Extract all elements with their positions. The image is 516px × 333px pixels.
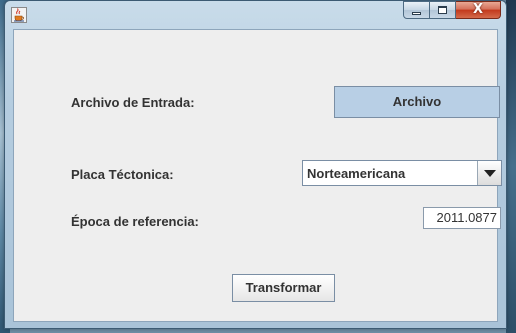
caption-buttons: X (403, 1, 501, 21)
maximize-button[interactable] (430, 1, 456, 19)
plate-selected-value: Norteamericana (307, 166, 406, 181)
plate-label: Placa Téctonica: (71, 167, 174, 182)
close-icon: X (472, 2, 484, 17)
epoch-input[interactable]: 2011.0877 (423, 207, 501, 229)
input-file-label: Archivo de Entrada: (71, 95, 195, 110)
transform-button[interactable]: Transformar (232, 274, 335, 302)
close-button[interactable]: X (456, 1, 501, 19)
minimize-icon (412, 12, 421, 15)
minimize-button[interactable] (403, 1, 430, 19)
plate-select[interactable]: Norteamericana (302, 160, 502, 186)
file-button[interactable]: Archivo (334, 86, 500, 118)
desktop-background-right (506, 0, 516, 333)
form-panel: Archivo de Entrada: Archivo Placa Técton… (13, 29, 502, 322)
chevron-down-icon[interactable] (477, 161, 501, 185)
java-cup-icon[interactable] (11, 7, 27, 23)
application-window: X Archivo de Entrada: Archivo Placa Téct… (4, 0, 507, 329)
maximize-icon (438, 6, 447, 14)
epoch-label: Época de referencia: (71, 214, 199, 229)
